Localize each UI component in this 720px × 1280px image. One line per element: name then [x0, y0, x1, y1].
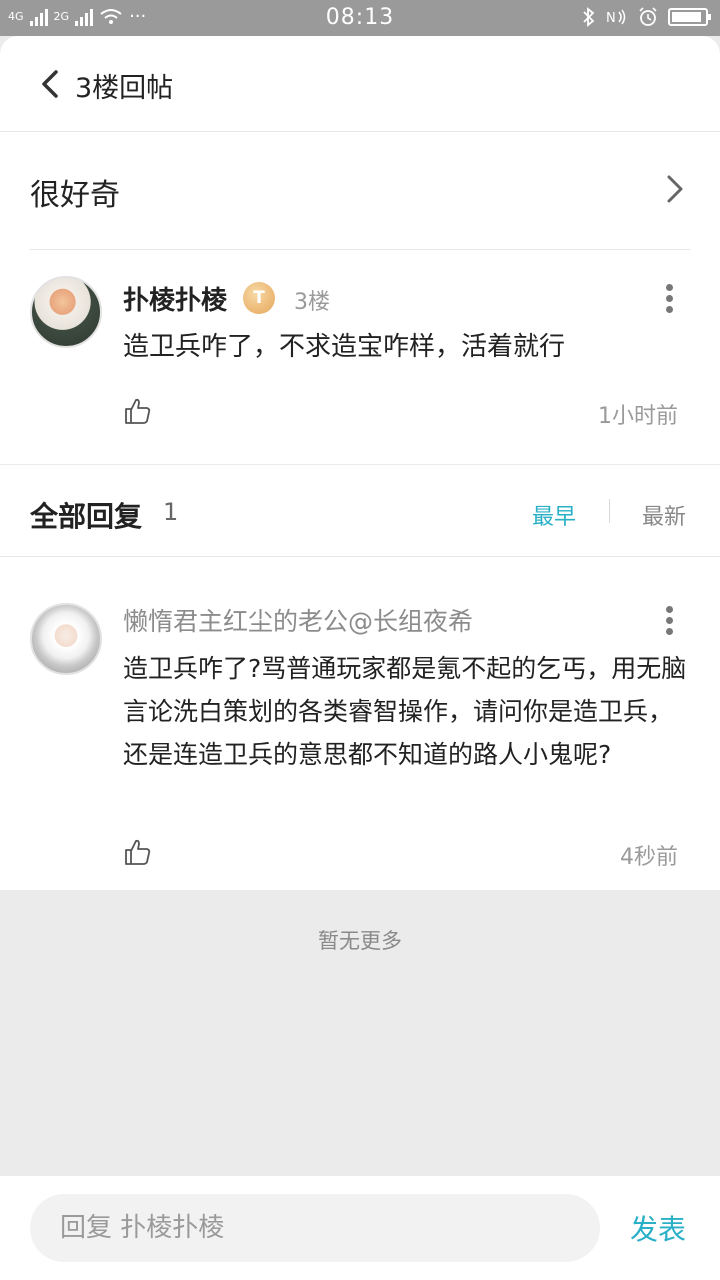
alarm-icon [639, 7, 657, 26]
status-bar: 4G 2G ··· 08:13 N [0, 0, 720, 36]
page-title: 3楼回帖 [75, 73, 174, 104]
reply-bar: 发表 [0, 1176, 720, 1280]
send-button[interactable]: 发表 [630, 1208, 686, 1248]
replies-count: 1 [163, 498, 179, 526]
svg-text:N: N [606, 11, 616, 26]
reply-input[interactable] [30, 1194, 600, 1262]
post-time: 1小时前 [598, 404, 678, 429]
replies-section: 全部回复 1 最早 最新 懒惰君主红尘的老公@长组夜希 造卫兵咋了?骂普通玩家都… [0, 465, 720, 890]
avatar[interactable] [30, 276, 102, 348]
post-username[interactable]: 扑棱扑棱 [123, 280, 227, 317]
sort-latest-tab[interactable]: 最新 [642, 499, 686, 531]
sort-divider [609, 499, 610, 523]
no-more-label: 暂无更多 [318, 929, 402, 953]
reply-more-options-icon[interactable] [666, 606, 674, 636]
thread-title-row[interactable]: 很好奇 [30, 132, 690, 250]
bluetooth-icon [583, 7, 595, 27]
reply-thumbs-up-icon[interactable] [123, 837, 153, 867]
reply-time: 4秒前 [620, 845, 678, 870]
header: 3楼回帖 [0, 36, 720, 132]
back-arrow-icon[interactable] [36, 64, 66, 104]
status-right: N [582, 7, 711, 27]
reply-username[interactable]: 懒惰君主红尘的老公@长组夜希 [123, 602, 473, 638]
thread-title: 很好奇 [30, 178, 120, 213]
reply-text: 造卫兵咋了?骂普通玩家都是氪不起的乞丐，用无脑言论洗白策划的各类睿智操作，请问你… [123, 654, 687, 769]
sort-earliest-tab[interactable]: 最早 [532, 499, 576, 531]
nfc-icon: N [606, 9, 626, 26]
replies-header: 全部回复 1 最早 最新 [0, 465, 720, 557]
reply-avatar[interactable] [30, 603, 102, 675]
battery-icon [668, 8, 711, 26]
more-options-icon[interactable] [666, 284, 674, 314]
thumbs-up-icon[interactable] [123, 396, 153, 426]
post-text: 造卫兵咋了，不求造宝咋样，活着就行 [123, 332, 566, 362]
level-badge-label: T [253, 288, 265, 308]
battery-fill [672, 12, 701, 22]
post-sheet: 3楼回帖 很好奇 扑棱扑棱 T 3楼 造卫兵咋了，不求造宝咋样，活着就行 1小时… [0, 36, 720, 464]
floor-label: 3楼 [294, 290, 330, 315]
replies-title: 全部回复 [30, 500, 143, 533]
level-badge: T [243, 282, 275, 314]
chevron-right-icon [667, 175, 683, 203]
